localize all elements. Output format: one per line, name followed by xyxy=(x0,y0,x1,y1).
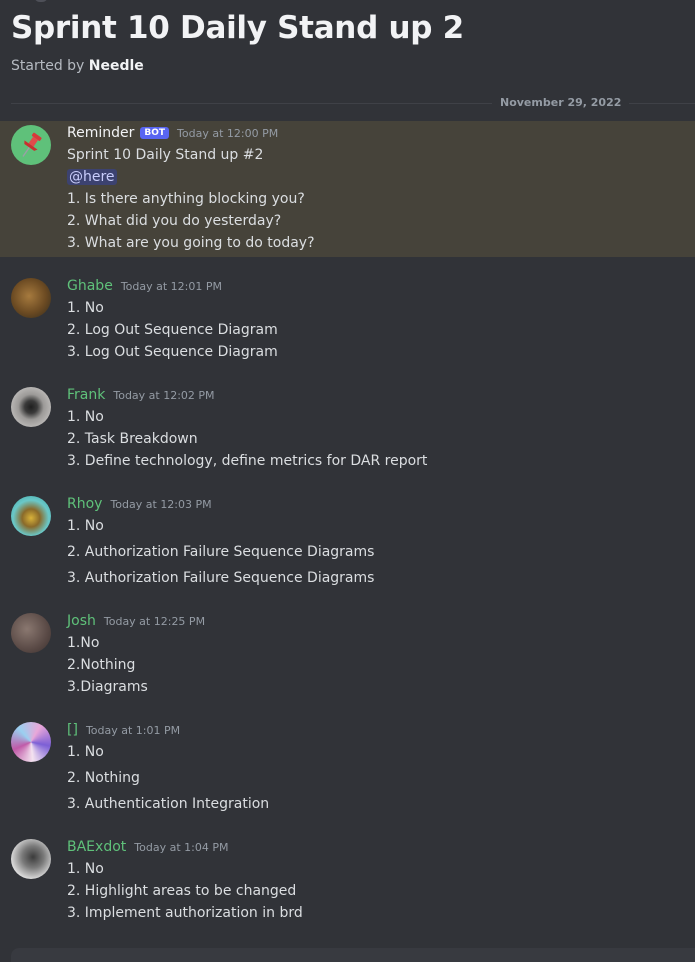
timestamp[interactable]: Today at 12:01 PM xyxy=(121,280,222,293)
timestamp[interactable]: Today at 12:00 PM xyxy=(177,127,278,140)
started-prefix: Started by xyxy=(11,58,85,74)
message-line: 3.Diagrams xyxy=(67,679,148,695)
timestamp[interactable]: Today at 1:04 PM xyxy=(134,841,228,854)
bot-badge: BOT xyxy=(140,127,170,139)
message-rhoy[interactable]: Rhoy Today at 12:03 PM 1. No 2. Authoriz… xyxy=(0,496,695,596)
author-name[interactable]: Frank xyxy=(67,387,105,403)
message-line: 3. Define technology, define metrics for… xyxy=(67,453,428,469)
author-name[interactable]: Ghabe xyxy=(67,278,113,294)
message-line: 2.Nothing xyxy=(67,657,136,673)
scroll-nub xyxy=(34,0,48,2)
author-name[interactable]: Reminder xyxy=(67,125,134,141)
message-input-bar[interactable] xyxy=(11,948,695,962)
message-line: Sprint 10 Daily Stand up #2 xyxy=(67,147,264,163)
mention-here[interactable]: @here xyxy=(67,169,117,185)
pushpin-icon xyxy=(22,132,42,157)
avatar[interactable] xyxy=(11,278,51,318)
message-josh[interactable]: Josh Today at 12:25 PM 1.No 2.Nothing 3.… xyxy=(0,613,695,703)
message-frank[interactable]: Frank Today at 12:02 PM 1. No 2. Task Br… xyxy=(0,387,695,477)
starter-name[interactable]: Needle xyxy=(89,58,144,74)
message-line: 1. No xyxy=(67,744,104,760)
message-line: 2. Log Out Sequence Diagram xyxy=(67,322,278,338)
message-header: BAExdot Today at 1:04 PM xyxy=(67,839,228,855)
thread-title: Sprint 10 Daily Stand up 2 xyxy=(11,10,464,46)
message-line: @here xyxy=(67,169,117,185)
timestamp[interactable]: Today at 12:03 PM xyxy=(110,498,211,511)
message-line: 1.No xyxy=(67,635,100,651)
thread-starter: Started by Needle xyxy=(11,58,144,74)
author-name[interactable]: BAExdot xyxy=(67,839,126,855)
message-line: 2. Nothing xyxy=(67,770,140,786)
message-line: 1. No xyxy=(67,300,104,316)
message-line: 3. Authentication Integration xyxy=(67,796,270,812)
author-name[interactable]: [] xyxy=(67,722,78,738)
message-reminder[interactable]: Reminder BOT Today at 12:00 PM Sprint 10… xyxy=(0,121,695,257)
message-header: [] Today at 1:01 PM xyxy=(67,722,180,738)
message-line: 1. No xyxy=(67,409,104,425)
avatar[interactable] xyxy=(11,722,51,762)
message-line: 3. What are you going to do today? xyxy=(67,235,315,251)
message-line: 2. Task Breakdown xyxy=(67,431,198,447)
message-line: 3. Log Out Sequence Diagram xyxy=(67,344,278,360)
message-line: 3. Authorization Failure Sequence Diagra… xyxy=(67,570,375,586)
message-brackets[interactable]: [] Today at 1:01 PM 1. No 2. Nothing 3. … xyxy=(0,722,695,822)
avatar[interactable] xyxy=(11,613,51,653)
message-header: Ghabe Today at 12:01 PM xyxy=(67,278,222,294)
date-divider-label: November 29, 2022 xyxy=(492,96,630,109)
message-ghabe[interactable]: Ghabe Today at 12:01 PM 1. No 2. Log Out… xyxy=(0,278,695,368)
message-line: 2. Authorization Failure Sequence Diagra… xyxy=(67,544,375,560)
message-line: 2. Highlight areas to be changed xyxy=(67,883,297,899)
message-line: 3. Implement authorization in brd xyxy=(67,905,303,921)
message-header: Reminder BOT Today at 12:00 PM xyxy=(67,125,278,141)
message-baexdot[interactable]: BAExdot Today at 1:04 PM 1. No 2. Highli… xyxy=(0,839,695,929)
message-line: 1. No xyxy=(67,861,104,877)
author-name[interactable]: Josh xyxy=(67,613,96,629)
timestamp[interactable]: Today at 12:25 PM xyxy=(104,615,205,628)
message-line: 1. No xyxy=(67,518,104,534)
avatar[interactable] xyxy=(11,839,51,879)
message-header: Frank Today at 12:02 PM xyxy=(67,387,215,403)
timestamp[interactable]: Today at 1:01 PM xyxy=(86,724,180,737)
avatar[interactable] xyxy=(11,387,51,427)
message-line: 2. What did you do yesterday? xyxy=(67,213,282,229)
avatar[interactable] xyxy=(11,125,51,165)
message-line: 1. Is there anything blocking you? xyxy=(67,191,305,207)
timestamp[interactable]: Today at 12:02 PM xyxy=(113,389,214,402)
message-header: Josh Today at 12:25 PM xyxy=(67,613,205,629)
message-header: Rhoy Today at 12:03 PM xyxy=(67,496,212,512)
author-name[interactable]: Rhoy xyxy=(67,496,102,512)
avatar[interactable] xyxy=(11,496,51,536)
